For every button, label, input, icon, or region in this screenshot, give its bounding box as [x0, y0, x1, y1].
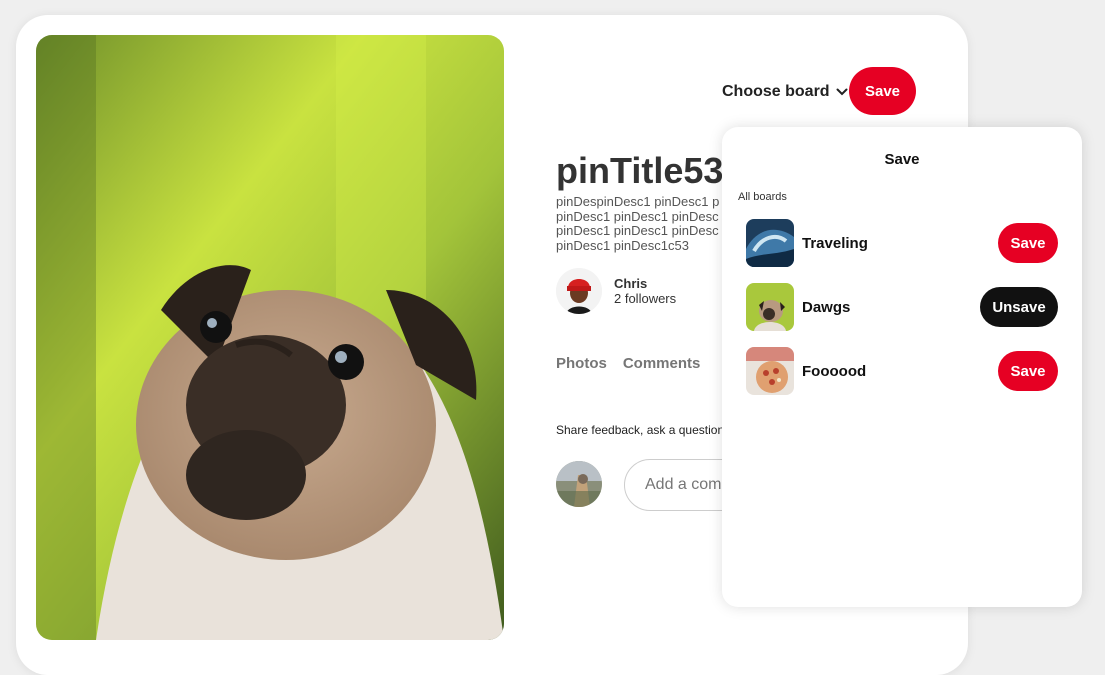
- all-boards-label: All boards: [738, 191, 787, 203]
- board-row-foooood[interactable]: Foooood Save: [746, 347, 1058, 395]
- save-popover: Save All boards Traveling Save Dawgs Uns…: [722, 127, 1082, 607]
- board-row-dawgs[interactable]: Dawgs Unsave: [746, 283, 1058, 331]
- pin-description-line: pinDesc1 pinDesc1 pinDesc: [556, 208, 719, 224]
- pin-description-line: pinDespinDesc1 pinDesc1 p: [556, 195, 720, 209]
- choose-board-dropdown[interactable]: Choose board: [722, 79, 848, 105]
- choose-board-label: Choose board: [722, 83, 830, 100]
- author-avatar[interactable]: [556, 268, 602, 314]
- pizza-thumbnail: [746, 347, 794, 395]
- board-row-traveling[interactable]: Traveling Save: [746, 219, 1058, 267]
- pin-title: pinTitle53: [556, 150, 724, 191]
- ocean-wave-thumbnail: [746, 219, 794, 267]
- author-followers: 2 followers: [614, 291, 677, 306]
- board-save-button[interactable]: Save: [998, 351, 1058, 391]
- tab-comments[interactable]: Comments: [623, 355, 701, 372]
- tab-photos[interactable]: Photos: [556, 355, 607, 372]
- comments-prompt: Share feedback, ask a question: [556, 423, 725, 437]
- pin-tabs: Photos Comments: [556, 355, 700, 372]
- board-unsave-button[interactable]: Unsave: [980, 287, 1058, 327]
- author-info: Chris 2 followers: [614, 276, 676, 306]
- pug-thumbnail: [746, 283, 794, 331]
- board-save-button[interactable]: Save: [998, 223, 1058, 263]
- chevron-down-icon: [836, 88, 848, 96]
- current-user-avatar: [556, 461, 602, 507]
- author-name[interactable]: Chris: [614, 276, 676, 291]
- popover-title: Save: [884, 151, 920, 168]
- board-name: Traveling: [802, 234, 868, 252]
- board-name: Foooood: [802, 362, 867, 380]
- pin-image[interactable]: [36, 35, 504, 640]
- author-block[interactable]: Chris 2 followers: [556, 268, 676, 314]
- pin-description-line: pinDesc1 pinDesc1c53: [556, 237, 689, 253]
- board-name: Dawgs: [802, 298, 851, 316]
- pin-description: pinDespinDesc1 pinDesc1 p pinDesc1 pinDe…: [556, 195, 726, 257]
- save-button[interactable]: Save: [849, 67, 916, 115]
- pin-description-line: pinDesc1 pinDesc1 pinDesc: [556, 223, 719, 238]
